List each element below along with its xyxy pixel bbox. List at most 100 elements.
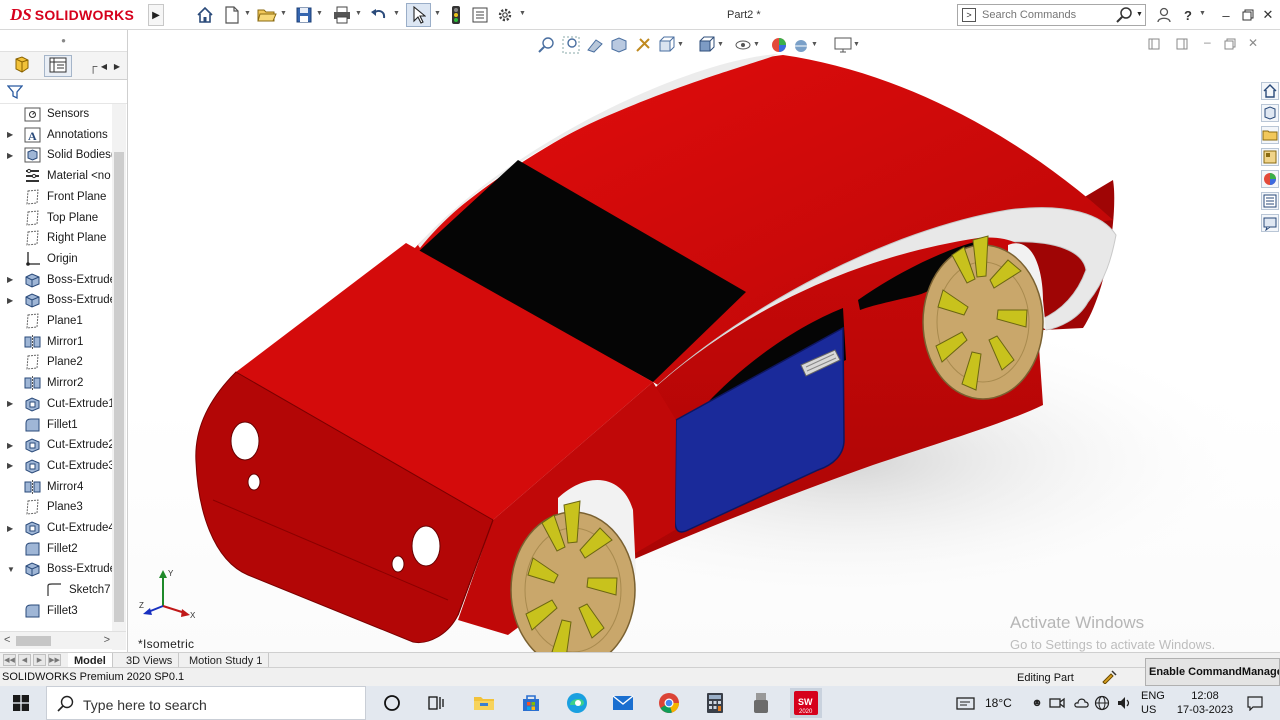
solidworks-resources-home-icon[interactable] [1261, 82, 1279, 100]
tree-item-mirror4[interactable]: Mirror4 [0, 477, 112, 497]
undo-icon[interactable] [369, 5, 389, 25]
expand-arrow-icon[interactable]: ▶ [7, 130, 13, 139]
tab-motion-study-1[interactable]: Motion Study 1 [183, 653, 270, 668]
tree-item-fillet2[interactable]: Fillet2 [0, 539, 112, 559]
rebuild-traffic-light-icon[interactable] [446, 5, 466, 25]
help-icon[interactable]: ? [1179, 6, 1197, 24]
graphics-area[interactable]: ▼ ▼ ▼ ▼ ▼ – ✕ Y X Z *Isometric Activate … [128, 30, 1280, 652]
expand-arrow-icon[interactable]: ▶ [7, 275, 13, 284]
vertical-scroll-thumb[interactable] [114, 152, 124, 622]
input-language-indicator[interactable]: ENG US [1141, 689, 1165, 717]
search-commands-box[interactable]: > ▼ [957, 4, 1146, 26]
view-settings-monitor-icon[interactable] [834, 36, 852, 54]
design-library-icon[interactable] [1261, 104, 1279, 122]
chevron-down-icon[interactable]: ▼ [519, 10, 526, 17]
options-gear-icon[interactable] [495, 5, 515, 25]
chevron-down-icon[interactable]: ▼ [280, 10, 287, 17]
tabs-scroll-left-icon[interactable]: ◀ [98, 55, 110, 77]
calculator-icon[interactable] [703, 691, 727, 715]
chevron-down-icon[interactable]: ▼ [853, 41, 860, 48]
chevron-down-icon[interactable]: ▼ [811, 41, 818, 48]
tree-item-annotations[interactable]: ▶ A Annotations [0, 125, 112, 145]
next-tab-arrow-icon[interactable]: ▶ [33, 654, 46, 666]
open-folder-icon[interactable] [257, 5, 277, 25]
tree-item-solid-bodies[interactable]: ▶ Solid Bodies( [0, 145, 112, 165]
prev-tab-arrow-icon[interactable]: ◀ [18, 654, 31, 666]
tab-model[interactable]: Model [68, 653, 113, 668]
chevron-down-icon[interactable]: ▼ [355, 10, 362, 17]
tree-vertical-scrollbar[interactable]: ▼ [112, 104, 126, 650]
tree-item-sketch7[interactable]: Sketch7 [0, 580, 112, 600]
chevron-down-icon[interactable]: ▼ [244, 10, 251, 17]
customize-status-icon[interactable] [1101, 670, 1117, 685]
tree-item-plane2[interactable]: Plane2 [0, 352, 112, 372]
chevron-down-icon[interactable]: ▼ [717, 41, 724, 48]
chevron-down-icon[interactable]: ▼ [753, 41, 760, 48]
view-orientation-icon[interactable] [658, 36, 676, 54]
zoom-to-area-icon[interactable] [562, 36, 580, 54]
file-explorer-taskbar-icon[interactable] [472, 691, 496, 715]
system-clock[interactable]: 12:08 17-03-2023 [1175, 689, 1235, 717]
zoom-to-fit-icon[interactable] [538, 36, 556, 54]
tree-item-mirror2[interactable]: Mirror2 [0, 373, 112, 393]
taskbar-search-box[interactable]: Type here to search [46, 686, 366, 720]
chrome-browser-icon[interactable] [657, 691, 681, 715]
display-style-icon[interactable] [698, 36, 716, 54]
task-view-icon[interactable] [425, 691, 449, 715]
mail-icon[interactable] [611, 691, 635, 715]
tree-item-right-plane[interactable]: Right Plane [0, 228, 112, 248]
chevron-down-icon[interactable]: ▼ [1199, 10, 1206, 17]
minimize-icon[interactable]: – [1217, 6, 1235, 24]
tab-property-manager[interactable] [44, 55, 72, 77]
tab-3d-views[interactable]: 3D Views [120, 653, 180, 668]
scroll-right-arrow-icon[interactable]: > [104, 634, 110, 646]
select-pointer-icon[interactable] [406, 3, 431, 27]
tree-horizontal-scrollbar[interactable]: < > [0, 631, 126, 649]
tabs-scroll-right-icon[interactable]: ▶ [111, 55, 123, 77]
chevron-down-icon[interactable]: ▼ [393, 10, 400, 17]
notification-center-icon[interactable] [1247, 695, 1263, 712]
expand-arrow-icon[interactable]: ▶ [7, 524, 13, 533]
windows-start-icon[interactable] [13, 695, 29, 711]
chevron-down-icon[interactable]: ▼ [434, 10, 441, 17]
viewport-close-icon[interactable]: ✕ [1248, 36, 1258, 50]
cortana-icon[interactable] [380, 691, 404, 715]
first-tab-arrow-icon[interactable]: ◀◀ [3, 654, 16, 666]
tree-item-plane1[interactable]: Plane1 [0, 311, 112, 331]
solidworks-logo[interactable]: DS SOLIDWORKS [10, 5, 134, 24]
tree-item-cut-extrude2[interactable]: ▶ Cut-Extrude2 [0, 435, 112, 455]
apply-scene-icon[interactable] [792, 36, 810, 54]
tree-item-origin[interactable]: Origin [0, 249, 112, 269]
tree-item-cut-extrude1[interactable]: ▶ Cut-Extrude1 [0, 394, 112, 414]
appearances-icon[interactable] [1261, 170, 1279, 188]
restore-icon[interactable] [1239, 6, 1257, 24]
solidworks-taskbar-app[interactable]: SW 2020 [790, 688, 822, 718]
tree-item-fillet3[interactable]: Fillet3 [0, 601, 112, 621]
tree-item-fillet1[interactable]: Fillet1 [0, 415, 112, 435]
tree-item-cut-extrude3[interactable]: ▶ Cut-Extrude3 [0, 456, 112, 476]
speaker-volume-icon[interactable] [1116, 695, 1132, 711]
panel-grip-handle[interactable]: ● [0, 30, 127, 52]
viewport-restore-icon[interactable] [1224, 38, 1236, 50]
file-properties-icon[interactable] [470, 5, 490, 25]
tree-item-plane3[interactable]: Plane3 [0, 497, 112, 517]
people-icon[interactable]: ☻ [1029, 695, 1045, 711]
tree-item-front-plane[interactable]: Front Plane [0, 187, 112, 207]
tree-item-cut-extrude4[interactable]: ▶ Cut-Extrude4 [0, 518, 112, 538]
onedrive-cloud-icon[interactable] [1074, 695, 1090, 711]
expand-arrow-icon[interactable]: ▶ [7, 461, 13, 470]
new-document-icon[interactable] [222, 5, 242, 25]
viewport-minimize-icon[interactable]: – [1204, 35, 1211, 49]
usb-device-icon[interactable] [749, 691, 773, 715]
solidworks-forum-icon[interactable] [1261, 214, 1279, 232]
section-view-icon[interactable] [610, 36, 628, 54]
search-icon[interactable] [1116, 6, 1134, 27]
menu-expand-button[interactable]: ▶ [148, 4, 164, 26]
search-commands-input[interactable] [982, 7, 1112, 23]
meet-now-icon[interactable] [1049, 695, 1065, 711]
tree-item-material-no[interactable]: Material <no [0, 166, 112, 186]
chevron-down-icon[interactable]: ▼ [1136, 11, 1143, 18]
car-model-3d[interactable] [128, 30, 1280, 652]
chevron-down-icon[interactable]: ▼ [316, 10, 323, 17]
edit-appearance-icon[interactable] [770, 36, 788, 54]
